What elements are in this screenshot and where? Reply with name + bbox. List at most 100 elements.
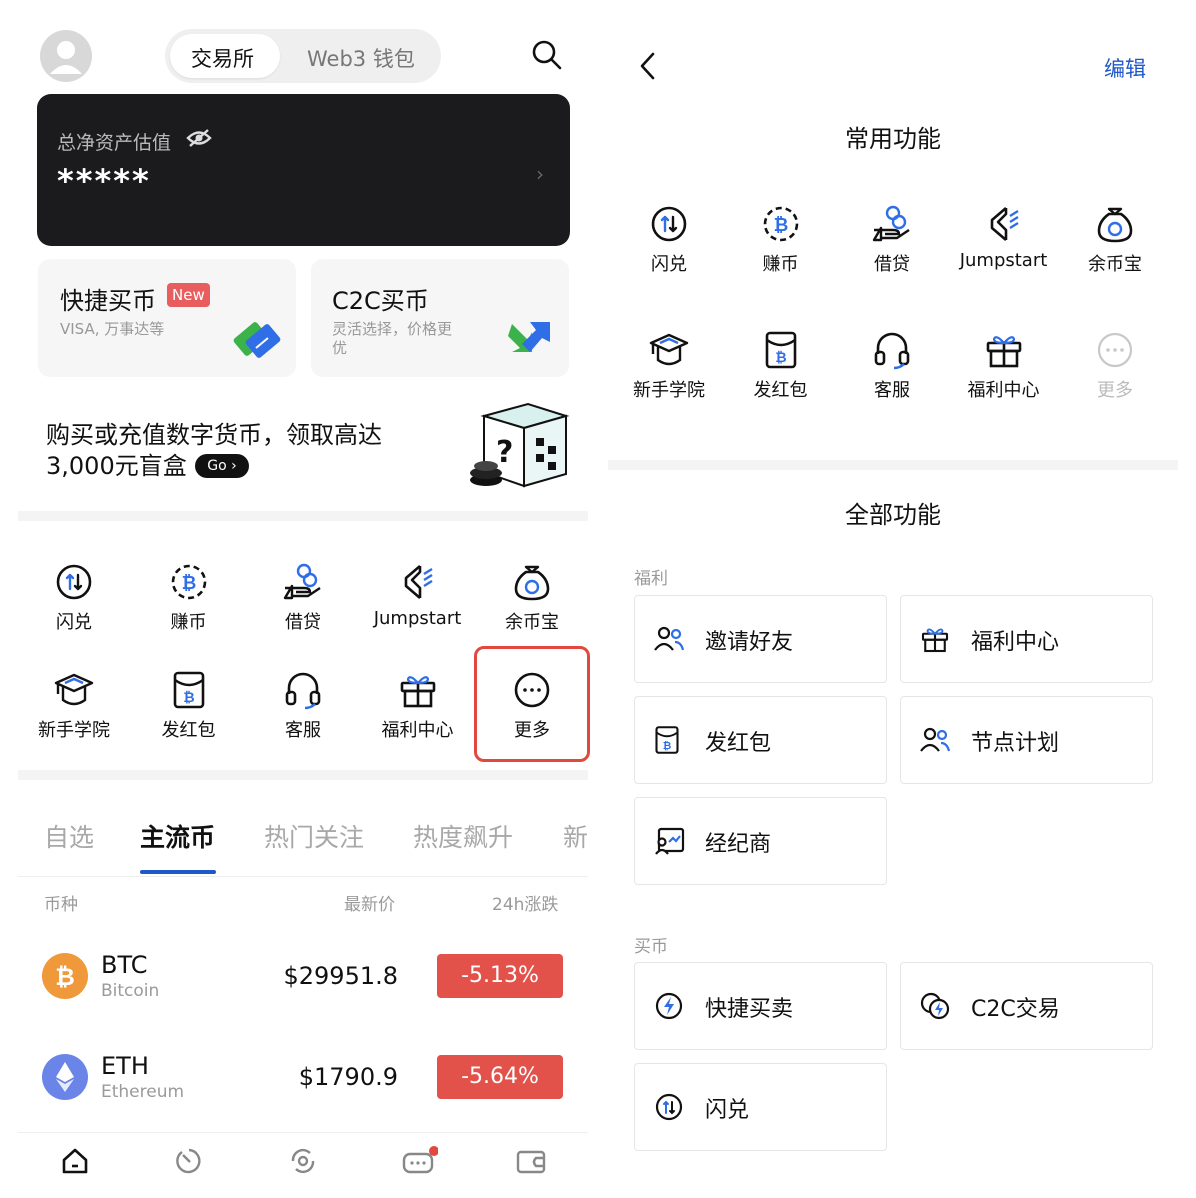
eye-hidden-icon[interactable]	[186, 127, 212, 149]
common-functions-title: 常用功能	[845, 125, 941, 153]
exchange-arrows-icon	[508, 318, 554, 360]
trade-icon[interactable]	[288, 1146, 318, 1176]
feature-label: 借贷	[874, 254, 910, 275]
svg-text:?: ?	[496, 435, 513, 470]
promo-go-button[interactable]: Go ›	[195, 454, 249, 478]
c2c-icon	[919, 991, 951, 1025]
coin-change-badge[interactable]: -5.64%	[437, 1055, 563, 1099]
asset-label: 总净资产估值	[57, 132, 172, 154]
tab-web3-wallet[interactable]: Web3 钱包	[307, 43, 415, 73]
feature-item[interactable]: 闪兑	[19, 560, 129, 634]
feature-item[interactable]: 更多	[1060, 328, 1170, 402]
feature-item[interactable]: ₿ 发红包	[134, 668, 244, 742]
feature-item[interactable]: 借贷	[837, 202, 947, 276]
feature-label: 赚币	[762, 254, 799, 275]
all-functions-title: 全部功能	[845, 501, 941, 529]
broker-card[interactable]: 经纪商	[634, 797, 887, 885]
tab-new[interactable]: 新	[563, 818, 588, 854]
tab-hot[interactable]: 热门关注	[264, 818, 364, 854]
function-label: 邀请好友	[705, 630, 794, 655]
welfare-center-card[interactable]: 福利中心	[900, 595, 1153, 683]
feature-item[interactable]: 新手学院	[19, 668, 129, 742]
feature-label: 更多	[1097, 380, 1133, 401]
swap-icon	[653, 1092, 685, 1126]
back-icon[interactable]	[637, 51, 659, 81]
feature-item[interactable]: 余币宝	[477, 560, 587, 634]
coin-symbol: ETH	[101, 1052, 149, 1080]
feature-item[interactable]: 福利中心	[949, 328, 1059, 402]
feature-label: 发红包	[753, 380, 808, 401]
earn-icon: ₿	[726, 202, 836, 246]
edit-button[interactable]: 编辑	[1104, 53, 1146, 83]
tab-rising[interactable]: 热度飙升	[413, 818, 513, 854]
c2c-trade-card[interactable]: C2C交易	[900, 962, 1153, 1050]
section-divider-2	[18, 770, 588, 780]
quick-buy-title: 快捷买币	[60, 287, 156, 315]
feature-item[interactable]: ₿ 赚币	[134, 560, 244, 634]
flash-icon	[653, 991, 685, 1025]
coin-name: Bitcoin	[101, 981, 160, 1001]
academy-icon	[614, 328, 724, 372]
feature-item[interactable]: 新手学院	[614, 328, 724, 402]
function-label: 快捷买卖	[705, 997, 794, 1022]
tab-favorites[interactable]: 自选	[44, 818, 94, 854]
tab-exchange[interactable]: 交易所	[191, 43, 254, 73]
svg-text:₿: ₿	[773, 215, 788, 236]
academy-icon	[19, 668, 129, 712]
search-icon[interactable]	[530, 38, 564, 72]
section-divider	[18, 511, 588, 521]
col-change[interactable]: 24h涨跌	[492, 890, 558, 915]
feature-label: 福利中心	[381, 720, 454, 741]
feature-item[interactable]: 福利中心	[363, 668, 473, 742]
loan-icon	[837, 202, 947, 246]
node-plan-card[interactable]: 节点计划	[900, 696, 1153, 784]
asset-value: *****	[57, 162, 151, 200]
feature-item[interactable]: ₿ 赚币	[726, 202, 836, 276]
quick-buy-subtitle: VISA, 万事达等	[60, 320, 165, 338]
markets-icon[interactable]	[174, 1146, 204, 1176]
function-label: 经纪商	[705, 832, 772, 857]
feature-item[interactable]: 客服	[248, 668, 358, 742]
swap-icon	[19, 560, 129, 604]
feature-item[interactable]: 客服	[837, 328, 947, 402]
chat-icon[interactable]	[402, 1146, 438, 1178]
function-label: 节点计划	[971, 731, 1060, 756]
flash-swap-card[interactable]: 闪兑	[634, 1063, 887, 1151]
wallet-icon[interactable]	[516, 1146, 548, 1176]
feature-item[interactable]: ₿ 发红包	[726, 328, 836, 402]
avatar[interactable]	[40, 30, 92, 82]
feature-item[interactable]: 余币宝	[1060, 202, 1170, 276]
savings-icon	[477, 560, 587, 604]
more-highlight-box	[474, 646, 590, 762]
jumpstart-icon	[949, 202, 1059, 246]
coin-change-badge[interactable]: -5.13%	[437, 954, 563, 998]
mystery-box-icon[interactable]: ?	[466, 400, 570, 492]
loan-icon	[248, 560, 358, 604]
feature-label: Jumpstart	[373, 608, 462, 629]
right-section-divider	[608, 460, 1178, 470]
feature-label: Jumpstart	[959, 250, 1048, 271]
jumpstart-icon	[363, 560, 473, 604]
tab-active-indicator	[140, 870, 216, 874]
feature-item[interactable]: 借贷	[248, 560, 358, 634]
function-label: 闪兑	[705, 1098, 750, 1123]
quick-trade-card[interactable]: 快捷买卖	[634, 962, 887, 1050]
svg-text:₿: ₿	[775, 350, 786, 366]
feature-item[interactable]: Jumpstart	[363, 560, 473, 629]
feature-label: 福利中心	[967, 380, 1040, 401]
c2c-buy-title: C2C买币	[332, 287, 429, 315]
feature-label: 新手学院	[633, 380, 705, 401]
gift-icon	[363, 668, 473, 712]
feature-item[interactable]: Jumpstart	[949, 202, 1059, 271]
asset-chevron-icon[interactable]: ›	[536, 162, 544, 186]
svg-text:₿: ₿	[663, 740, 672, 752]
red-packet-card[interactable]: ₿ 发红包	[634, 696, 887, 784]
invite-friends-card[interactable]: 邀请好友	[634, 595, 887, 683]
bottom-nav-divider	[18, 1132, 588, 1133]
col-price[interactable]: 最新价	[344, 890, 395, 915]
btc-icon: ₿	[42, 953, 88, 999]
card-icon	[232, 318, 284, 360]
feature-item[interactable]: 闪兑	[614, 202, 724, 276]
home-icon[interactable]	[60, 1146, 90, 1176]
tab-mainstream[interactable]: 主流币	[140, 818, 215, 854]
